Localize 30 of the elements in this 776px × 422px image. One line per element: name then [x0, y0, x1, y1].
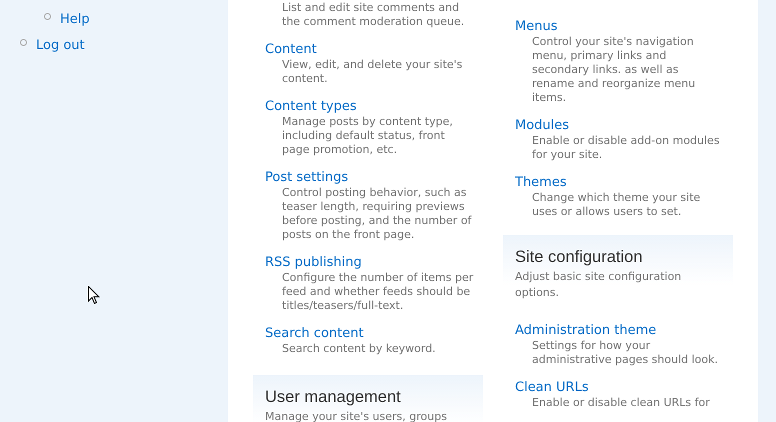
admin-link[interactable]: Content types: [265, 99, 357, 115]
sidebar-link[interactable]: Log out: [36, 38, 85, 53]
link-description: Enable or disable add-on modules for your site.: [532, 134, 721, 162]
link-description: Control posting behavior, such as teaser length, requiring previews before posting, and the number of posts on the front page.: [282, 186, 473, 242]
link-description: Change which theme your site uses or allows users to set.: [532, 191, 702, 219]
admin-link[interactable]: Search content: [265, 326, 364, 342]
section-description: Manage your site's users, groups: [265, 409, 448, 422]
sidebar-link[interactable]: Help: [60, 12, 90, 27]
admin-link[interactable]: Administration theme: [515, 323, 656, 339]
link-description: Control your site's navigation menu, primary links and secondary links. as well as rename and reorganize menu items.: [532, 35, 696, 105]
section-heading: User management: [265, 387, 402, 407]
admin-link[interactable]: Post settings: [265, 170, 348, 186]
admin-link[interactable]: Themes: [515, 175, 567, 191]
admin-link[interactable]: Clean URLs: [515, 380, 589, 396]
link-description: Enable or disable clean URLs for: [532, 396, 711, 410]
mouse-cursor-icon: [88, 286, 100, 305]
link-description: View, edit, and delete your site's content.: [282, 58, 464, 86]
section-description: Adjust basic site configuration options.: [515, 269, 682, 301]
link-description: Search content by keyword.: [282, 342, 437, 356]
link-description: Configure the number of items per feed and whether feeds should be titles/teasers/full-text.: [282, 271, 474, 313]
admin-link[interactable]: RSS publishing: [265, 255, 362, 271]
link-description: List and edit site comments and the comment moderation queue.: [282, 1, 466, 29]
bullet-icon: [20, 39, 27, 46]
admin-link[interactable]: Menus: [515, 19, 558, 35]
link-description: Manage posts by content type, including default status, front page promotion, etc.: [282, 115, 454, 157]
section-heading: Site configuration: [515, 247, 644, 267]
admin-link[interactable]: Modules: [515, 118, 570, 134]
admin-link[interactable]: Content: [265, 42, 317, 58]
bullet-icon: [44, 13, 51, 20]
link-description: Settings for how your administrative pages should look.: [532, 339, 719, 367]
